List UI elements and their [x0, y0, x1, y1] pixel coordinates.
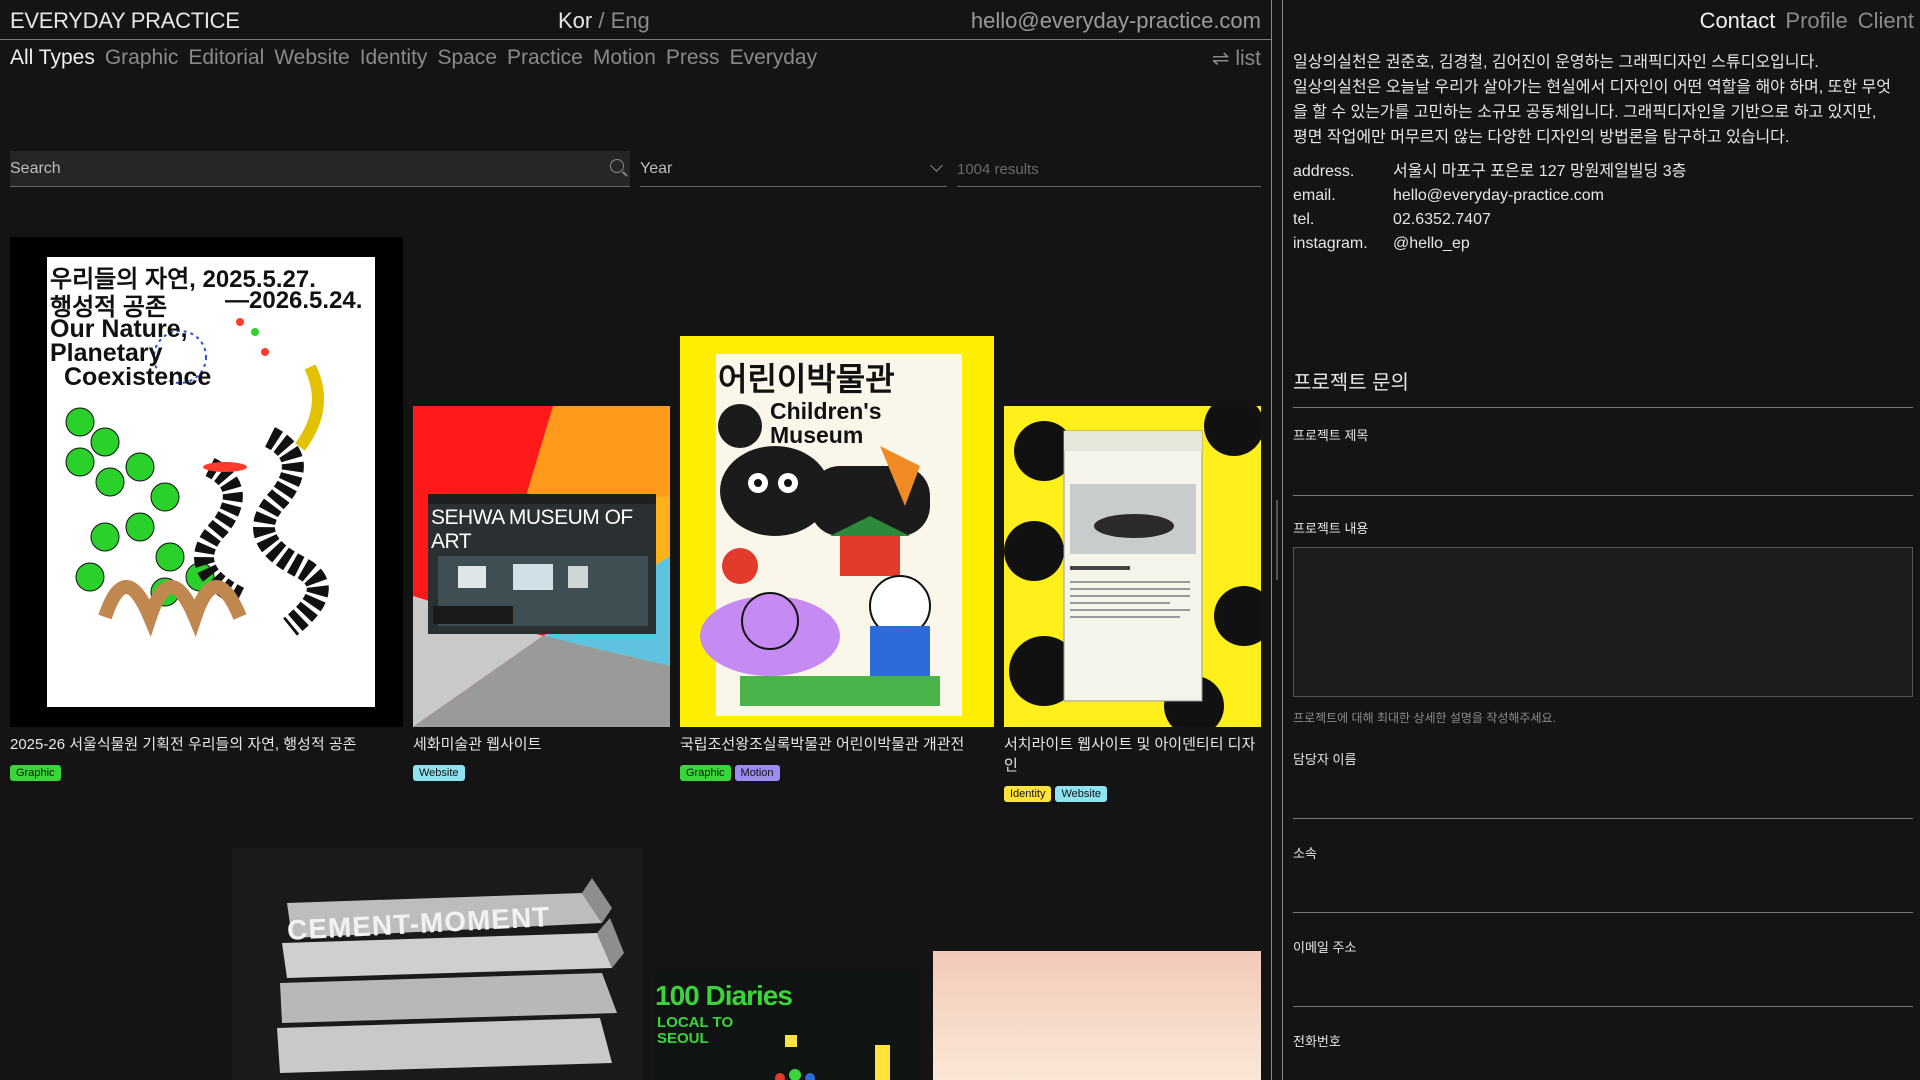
email-label: 이메일 주소	[1293, 940, 1357, 955]
info-key: address.	[1293, 163, 1355, 180]
project-thumbnail-4[interactable]	[1004, 406, 1261, 727]
poster-100-diaries-sub-1: LOCAL TO	[657, 1014, 734, 1031]
tag-graphic[interactable]: Graphic	[680, 765, 731, 781]
project-thumbnail-1[interactable]: 우리들의 자연, 2025.5.27. 행성적 공존 —2026.5.24. O…	[10, 237, 403, 727]
filter-space[interactable]: Space	[437, 46, 497, 70]
tag-motion[interactable]: Motion	[734, 765, 780, 781]
poster-english-title-2: Museum	[770, 422, 864, 448]
project-title-1[interactable]: 2025-26 서울식물원 기획전 우리들의 자연, 행성적 공존	[10, 734, 403, 755]
search-icon[interactable]	[610, 159, 624, 173]
poster-english-title-1: Children's	[770, 398, 882, 424]
year-select[interactable]: Year	[640, 151, 947, 187]
project-content-textarea[interactable]	[1293, 547, 1913, 697]
searchlight-website-image	[1004, 406, 1261, 727]
manager-name-label: 담당자 이름	[1293, 752, 1357, 767]
project-thumbnail-2[interactable]: SEHWA MUSEUM OF ART	[413, 406, 670, 727]
intro-line-2: 일상의실천은 오늘날 우리가 살아가는 현실에서 디자인이 어떤 역할을 해야 …	[1293, 79, 1891, 146]
filter-editorial[interactable]: Editorial	[188, 46, 264, 70]
info-instagram: instagram. @hello_ep	[1293, 232, 1686, 256]
email-field[interactable]	[1293, 1006, 1913, 1007]
project-thumbnail-6[interactable]: 100 Diaries LOCAL TO SEOUL	[655, 970, 920, 1080]
project-tags-1: Graphic	[10, 765, 61, 781]
filter-identity[interactable]: Identity	[360, 46, 428, 70]
project-thumbnail-3[interactable]: 어린이박물관 Children's Museum	[680, 336, 994, 727]
right-nav: Contact Profile Client	[1700, 8, 1920, 34]
poster-korean-title: 어린이박물관	[718, 361, 895, 397]
project-title-3[interactable]: 국립조선왕조실록박물관 어린이박물관 개관전	[680, 734, 994, 755]
top-bar: EVERYDAY PRACTICE Kor / Eng hello@everyd…	[0, 0, 1271, 40]
affiliation-field[interactable]	[1293, 912, 1913, 913]
project-title-label: 프로젝트 제목	[1293, 428, 1369, 443]
project-content-hint: 프로젝트에 대해 최대한 상세한 설명을 작성해주세요.	[1293, 711, 1556, 725]
filter-graphic[interactable]: Graphic	[105, 46, 179, 70]
inquiry-form-title: 프로젝트 문의	[1293, 366, 1913, 408]
info-value[interactable]: hello@everyday-practice.com	[1393, 184, 1604, 208]
panel-divider[interactable]	[1271, 0, 1283, 1080]
filter-all-types[interactable]: All Types	[10, 46, 95, 70]
info-tel: tel. 02.6352.7407	[1293, 208, 1686, 232]
project-title-2[interactable]: 세화미술관 웹사이트	[413, 734, 670, 755]
language-switch: Kor / Eng	[558, 8, 650, 34]
project-tags-3: Graphic Motion	[680, 765, 780, 781]
project-title-4[interactable]: 서치라이트 웹사이트 및 아이덴티티 디자인	[1004, 734, 1261, 776]
filter-press[interactable]: Press	[666, 46, 720, 70]
poster-100-diaries-title: 100 Diaries	[655, 980, 793, 1011]
project-content-label: 프로젝트 내용	[1293, 521, 1369, 536]
project-title-field[interactable]	[1293, 495, 1913, 496]
tag-identity[interactable]: Identity	[1004, 786, 1052, 802]
affiliation-label: 소속	[1293, 846, 1317, 861]
nav-profile[interactable]: Profile	[1785, 8, 1847, 34]
info-email: email. hello@everyday-practice.com	[1293, 184, 1686, 208]
sehwa-title: SEHWA MUSEUM OF ART	[431, 506, 633, 553]
list-view-toggle[interactable]: ⇌ list	[1212, 46, 1261, 71]
project-tags-4: Identity Website	[1004, 786, 1108, 802]
nav-contact[interactable]: Contact	[1700, 8, 1776, 34]
project-tags-2: Website	[413, 765, 465, 781]
contact-panel: Contact Profile Client 일상의실천은 권준호, 김경철, …	[1283, 0, 1920, 1080]
manager-name-field[interactable]	[1293, 818, 1913, 819]
studio-intro: 일상의실천은 권준호, 김경철, 김어진이 운영하는 그래픽디자인 스튜디오입니…	[1293, 50, 1893, 150]
contact-info: address. 서울시 마포구 포은로 127 망원제일빌딩 3층 email.…	[1293, 160, 1686, 256]
poster-title-line-4: Our Nature,	[50, 315, 188, 343]
logo[interactable]: EVERYDAY PRACTICE	[10, 8, 240, 34]
info-value[interactable]: 02.6352.7407	[1393, 208, 1491, 232]
cement-moment-image	[277, 878, 624, 1073]
intro-line-1: 일상의실천은 권준호, 김경철, 김어진이 운영하는 그래픽디자인 스튜디오입니…	[1293, 54, 1819, 71]
poster-title-line-5: Planetary	[50, 339, 163, 367]
filter-everyday[interactable]: Everyday	[730, 46, 818, 70]
poster-title-line-3: —2026.5.24.	[225, 287, 363, 314]
info-address: address. 서울시 마포구 포은로 127 망원제일빌딩 3층	[1293, 160, 1686, 184]
project-thumbnail-5[interactable]: CEMENT-MOMENT	[232, 848, 643, 1080]
chevron-down-icon	[930, 159, 943, 172]
filter-practice[interactable]: Practice	[507, 46, 583, 70]
poster-100-diaries-sub-2: SEOUL	[657, 1030, 709, 1047]
search-placeholder: Search	[10, 160, 61, 177]
lang-separator: /	[592, 8, 611, 33]
info-value[interactable]: @hello_ep	[1393, 232, 1470, 256]
nav-client[interactable]: Client	[1858, 8, 1914, 34]
info-key: email.	[1293, 187, 1336, 204]
search-input[interactable]: Search	[10, 151, 630, 187]
filter-website[interactable]: Website	[274, 46, 349, 70]
project-list-panel: EVERYDAY PRACTICE Kor / Eng hello@everyd…	[0, 0, 1271, 1080]
tag-website[interactable]: Website	[1055, 786, 1108, 802]
tag-graphic[interactable]: Graphic	[10, 765, 61, 781]
info-value: 서울시 마포구 포은로 127 망원제일빌딩 3층	[1393, 163, 1687, 180]
tag-website[interactable]: Website	[413, 765, 465, 781]
results-count: 1004 results	[957, 151, 1261, 187]
resize-handle[interactable]	[1276, 500, 1278, 580]
poster-title-line-6: Coexistence	[64, 363, 212, 391]
sehwa-website-image	[413, 406, 670, 727]
info-key: tel.	[1293, 211, 1315, 228]
project-thumbnail-7[interactable]	[933, 951, 1261, 1080]
info-key: instagram.	[1293, 235, 1368, 252]
phone-label: 전화번호	[1293, 1034, 1341, 1049]
type-filter-bar: All Types Graphic Editorial Website Iden…	[10, 46, 817, 70]
header-email-link[interactable]: hello@everyday-practice.com	[971, 8, 1261, 34]
year-label: Year	[640, 160, 673, 177]
filter-motion[interactable]: Motion	[593, 46, 656, 70]
lang-kor[interactable]: Kor	[558, 8, 592, 33]
lang-eng[interactable]: Eng	[611, 8, 650, 33]
